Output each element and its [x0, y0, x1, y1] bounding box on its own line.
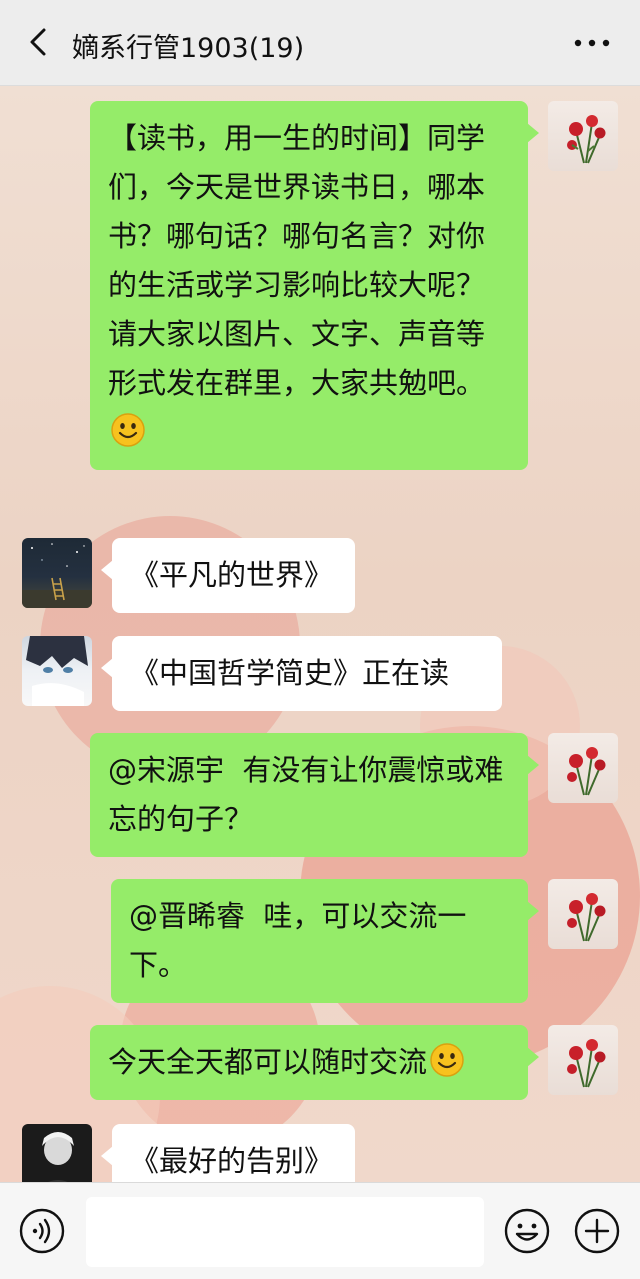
- chat-title: 嫡系行管1903(19): [72, 33, 305, 64]
- roses-image: [567, 893, 606, 942]
- message-text: @宋源宇 有没有让你震惊或难忘的句子？: [108, 753, 504, 836]
- roses-image: [567, 115, 606, 164]
- voice-icon[interactable]: [18, 1207, 66, 1255]
- input-bar: [0, 1182, 640, 1279]
- roses-avatar[interactable]: [548, 733, 618, 803]
- roses-avatar[interactable]: [548, 1025, 618, 1095]
- message-bubble[interactable]: 《平凡的世界》: [101, 538, 355, 613]
- anime-boy-image: [26, 636, 88, 706]
- smiley-emoji-icon: [430, 1043, 464, 1077]
- message-bubble[interactable]: @宋源宇 有没有让你震惊或难忘的句子？: [90, 733, 539, 857]
- smiley-emoji-icon: [111, 413, 145, 447]
- roses-avatar[interactable]: [548, 879, 618, 949]
- message-bubble[interactable]: 【读书，用一生的时间】同学们，今天是世界读书日，哪本书？哪句话？哪句名言？对你的…: [90, 101, 539, 470]
- message-bubble[interactable]: @晋晞睿 哇，可以交流一下。: [111, 879, 539, 1003]
- night-sky-avatar[interactable]: [22, 538, 92, 608]
- message-text: @晋晞睿 哇，可以交流一下。: [129, 899, 467, 982]
- message-text: 今天全天都可以随时交流: [108, 1045, 428, 1079]
- chat-header: 嫡系行管1903(19): [0, 0, 640, 86]
- chevron-left-icon[interactable]: [22, 25, 56, 59]
- message-text: 【读书，用一生的时间】同学们，今天是世界读书日，哪本书？哪句话？哪句名言？对你的…: [108, 121, 486, 400]
- roses-avatar[interactable]: [548, 101, 618, 171]
- message-text: 《中国哲学简史》正在读: [130, 656, 450, 690]
- anime-boy-avatar[interactable]: [22, 636, 92, 706]
- more-dots-icon[interactable]: [572, 28, 612, 58]
- night-sky-image: [22, 543, 92, 608]
- roses-image: [567, 747, 606, 796]
- message-bubble[interactable]: 《中国哲学简史》正在读: [101, 636, 502, 711]
- plus-icon[interactable]: [573, 1207, 621, 1255]
- message-text: 《最好的告别》: [130, 1144, 334, 1178]
- roses-image: [567, 1039, 606, 1088]
- message-text: 《平凡的世界》: [130, 558, 334, 592]
- emoji-icon[interactable]: [503, 1207, 551, 1255]
- message-input[interactable]: [86, 1197, 484, 1267]
- message-bubble[interactable]: 今天全天都可以随时交流: [90, 1025, 539, 1100]
